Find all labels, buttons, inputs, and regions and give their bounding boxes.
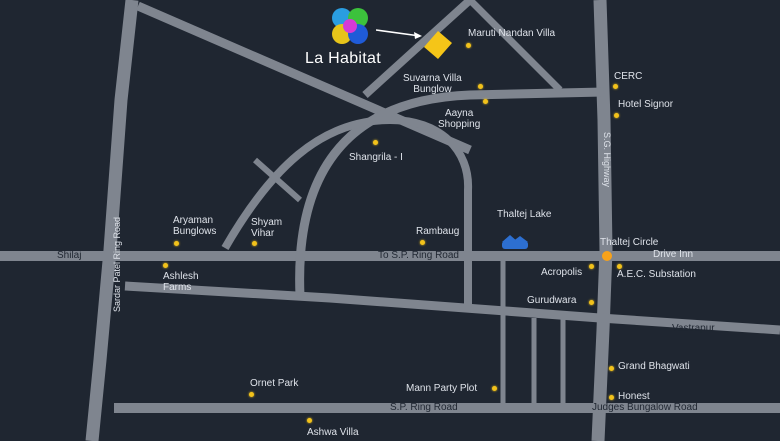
place-ashwa-villa: Ashwa Villa [307,427,359,438]
sg-highway-line [591,0,613,441]
site-marker-icon [424,31,452,59]
la-habitat-logo-icon [332,8,368,44]
place-thaltej-lake: Thaltej Lake [497,209,552,220]
marker-maruti-nandan-villa [466,43,471,48]
place-shangrila: Shangrila - I [349,152,403,163]
road-label-vastrapur: Vastrapur [672,323,715,334]
road-label-sg-highway: S.G. Highway [602,132,612,188]
place-aayna-line1: Aayna [444,108,474,119]
marker-honest [609,395,614,400]
place-acropolis: Acropolis [541,267,583,278]
marker-ashlesh-farms [163,263,168,268]
place-ashlesh-farms: Ashlesh Farms [163,271,199,293]
marker-cerc [613,84,618,89]
marker-ornet-park [249,392,254,397]
place-ornet-park: Ornet Park [250,378,299,389]
place-suvarna-villa-line1: Suvarna Villa [403,73,462,84]
place-shyam-line2: Vihar [251,228,275,239]
road-label-to-sp-ring-road: To S.P. Ring Road [378,250,459,261]
pointer-arrow-icon [376,29,422,39]
marker-ashwa-villa [307,418,312,423]
marker-hotel-signor [614,113,619,118]
upper-right-diagonal-road-line [467,0,563,93]
marker-acropolis [589,264,594,269]
road-label-sp-ring-road: S.P. Ring Road [390,402,458,413]
place-aec-substation: A.E.C. Substation [617,269,696,280]
marker-grand-bhagwati [609,366,614,371]
place-gurudwara: Gurudwara [527,295,577,306]
marker-thaltej-circle [602,251,612,261]
place-grand-bhagwati: Grand Bhagwati [618,361,690,372]
brand-name: La Habitat [305,50,381,67]
curved-road-2-line [221,115,473,306]
place-shyam-line1: Shyam [251,217,283,228]
marker-aayna-shopping [483,99,488,104]
marker-shangrila [373,140,378,145]
place-hotel-signor: Hotel Signor [618,99,674,110]
place-ashlesh-line2: Farms [163,282,192,293]
place-shyam-vihar: Shyam Vihar [251,217,282,239]
lake-icon [502,235,528,249]
place-mann-party-plot: Mann Party Plot [406,383,478,394]
road-label-shilaj: Shilaj [57,250,82,261]
road-label-sardar-patel-ring-road: Sardar Patel Ring Road [112,216,122,312]
place-aayna-line2: Shopping [438,119,481,130]
marker-suvarna-villa [478,84,483,89]
place-suvarna-villa-bungalow: Suvarna Villa Bunglow [403,73,462,95]
marker-aryaman-bunglows [174,241,179,246]
place-maruti-nandan-villa: Maruti Nandan Villa [468,28,556,39]
place-honest: Honest [618,391,650,402]
place-cerc: CERC [614,71,643,82]
place-aryaman-bunglows: Aryaman Bunglows [173,215,216,237]
place-rambaug: Rambaug [416,226,460,237]
place-aryaman-line1: Aryaman [173,215,214,226]
map-canvas: La Habitat Sardar Patel Ring Road S.G. H… [0,0,780,441]
place-aayna-shopping: Aayna Shopping [438,108,480,130]
road-label-judges-bungalow-road: Judges Bungalow Road [592,402,698,413]
place-aryaman-line2: Bunglows [173,226,217,237]
marker-rambaug [420,240,425,245]
marker-mann-party-plot [492,386,497,391]
place-drive-inn: Drive Inn [653,249,694,260]
marker-gurudwara [589,300,594,305]
place-suvarna-villa-line2: Bunglow [413,84,452,95]
place-thaltej-circle: Thaltej Circle [600,237,659,248]
place-ashlesh-line1: Ashlesh [163,271,199,282]
marker-shyam-vihar [252,241,257,246]
